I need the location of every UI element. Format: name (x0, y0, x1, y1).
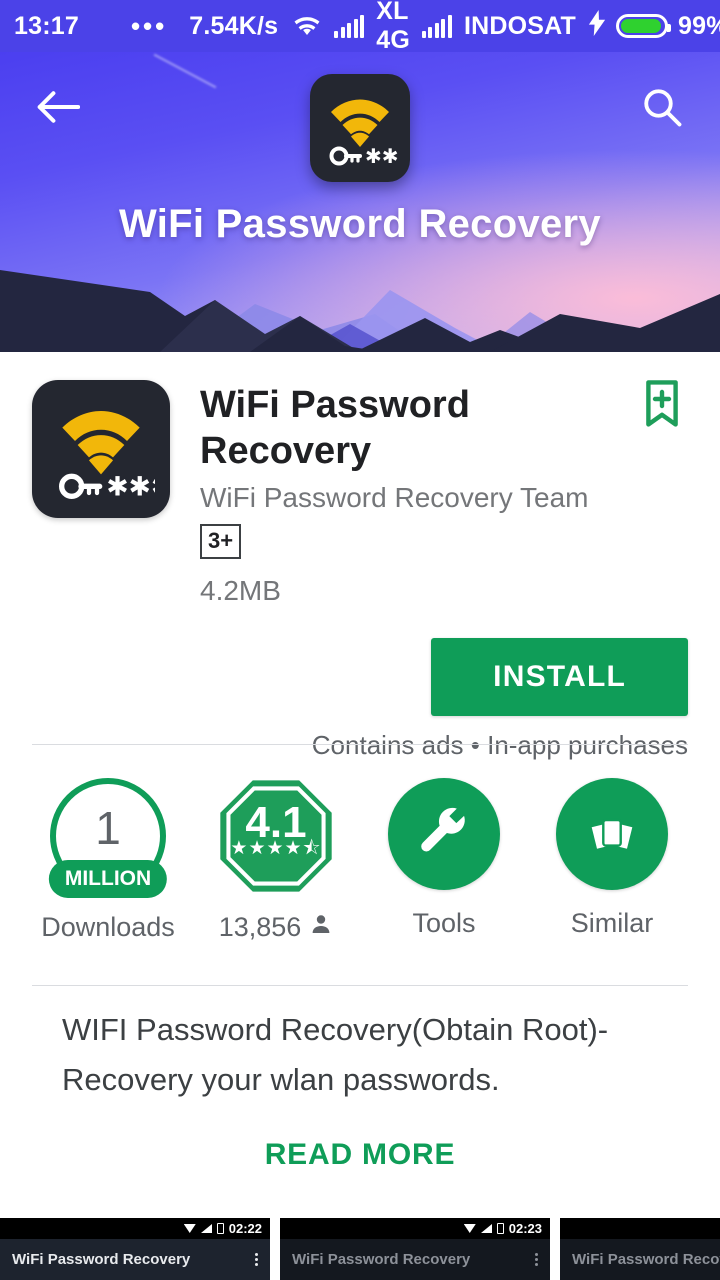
stat-downloads[interactable]: 1 MILLION Downloads (24, 778, 192, 943)
install-section: INSTALL Contains ads • In-app purchases (0, 638, 720, 761)
screenshot-app-bar: WiFi Password Recovery (560, 1239, 720, 1280)
signal-bars-icon-primary (334, 14, 365, 38)
stat-similar[interactable]: Similar (528, 778, 696, 943)
signal-bars-icon-secondary (421, 14, 452, 38)
install-note: Contains ads • In-app purchases (311, 730, 688, 760)
screenshot-thumbnail[interactable]: 02:22 WiFi Password Recovery (0, 1218, 270, 1280)
battery-icon (216, 1223, 224, 1234)
wifi-icon (183, 1224, 196, 1233)
person-icon (309, 912, 333, 943)
kebab-menu-icon (255, 1253, 258, 1266)
bookmark-add-icon[interactable] (642, 380, 682, 433)
screenshot-title: WiFi Password Recovery (12, 1251, 191, 1268)
app-meta: WiFi Password Recovery WiFi Password Rec… (170, 380, 688, 607)
page-title: WiFi Password Recovery (200, 384, 470, 472)
screenshot-status-bar: 02:23 (280, 1218, 550, 1239)
age-rating-badge: 3+ (200, 524, 242, 559)
wrench-icon (388, 778, 500, 890)
screenshot-thumbnail[interactable]: 02:23 WiFi Password Recovery (280, 1218, 550, 1280)
screenshot-thumbnail[interactable]: WiFi Password Recovery (560, 1218, 720, 1280)
screenshot-title: WiFi Password Recovery (572, 1251, 720, 1268)
carrier-label-secondary: INDOSAT (463, 11, 577, 40)
battery-icon (616, 14, 672, 38)
app-size: 4.2MB (200, 575, 281, 606)
kebab-menu-icon (535, 1253, 538, 1266)
wifi-icon (463, 1224, 476, 1233)
stat-label-downloads: Downloads (41, 912, 175, 942)
screenshot-status-bar: 02:22 (0, 1218, 270, 1239)
downloads-circle-icon: 1 MILLION (48, 778, 168, 898)
battery-percent-label: 99% (678, 11, 720, 40)
screenshot-strip[interactable]: 02:22 WiFi Password Recovery 02:23 WiFi … (0, 1218, 720, 1280)
back-arrow-icon[interactable] (30, 79, 86, 135)
status-bar: 13:17 ••• 7.54K/s XL 4G INDOSAT 99% (0, 0, 720, 54)
app-developer[interactable]: WiFi Password Recovery Team (200, 482, 688, 514)
app-header: ✱✱✱ WiFi Password Recovery WiFi Password… (0, 352, 720, 607)
screenshot-status-bar (560, 1218, 720, 1239)
banner-mountains (0, 270, 720, 352)
stats-row: 1 MILLION Downloads 4.1 ★★★★⯪ 13,856 Too… (0, 778, 720, 943)
app-icon: ✱✱✱ (32, 380, 170, 518)
wifi-icon (292, 14, 322, 38)
stat-category[interactable]: Tools (360, 778, 528, 943)
read-more-button[interactable]: READ MORE (0, 1138, 720, 1172)
battery-icon (496, 1223, 504, 1234)
stat-label-category: Tools (412, 908, 476, 938)
downloads-unit: MILLION (48, 860, 168, 898)
screenshot-app-bar: WiFi Password Recovery (0, 1239, 270, 1280)
screenshot-time: 02:23 (508, 1221, 542, 1236)
search-icon[interactable] (634, 79, 690, 135)
stat-label-rating: 13,856 (219, 912, 334, 943)
rating-octagon-icon: 4.1 ★★★★⯪ (218, 778, 334, 894)
signal-icon (200, 1224, 212, 1233)
screenshot-title: WiFi Password Recovery (292, 1251, 471, 1268)
app-hero-banner: ✱✱✱ WiFi Password Recovery (0, 52, 720, 352)
stat-label-similar: Similar (570, 908, 654, 938)
banner-title: WiFi Password Recovery (119, 202, 601, 246)
status-bar-dots-icon: ••• (130, 11, 168, 41)
app-description: WIFI Password Recovery(Obtain Root)-Reco… (62, 1012, 609, 1097)
screenshot-app-bar: WiFi Password Recovery (280, 1239, 550, 1280)
status-bar-time: 13:17 (14, 11, 79, 40)
svg-text:✱✱✱: ✱✱✱ (106, 472, 155, 503)
rating-count: 13,856 (218, 912, 302, 942)
stat-rating[interactable]: 4.1 ★★★★⯪ 13,856 (192, 778, 360, 943)
install-button[interactable]: INSTALL (431, 638, 688, 716)
divider-top (32, 744, 688, 745)
screenshot-time: 02:22 (228, 1221, 262, 1236)
cards-fan-icon (556, 778, 668, 890)
rating-stars: ★★★★⯪ (230, 838, 322, 859)
charging-bolt-icon (588, 9, 606, 43)
signal-icon (480, 1224, 492, 1233)
status-bar-network-speed: 7.54K/s (189, 11, 279, 40)
banner-app-icon: ✱✱✱ (310, 74, 410, 182)
divider-bottom (32, 985, 688, 986)
svg-text:✱✱✱: ✱✱✱ (365, 144, 399, 168)
carrier-label-primary: XL 4G (376, 0, 410, 54)
play-store-app-page: 13:17 ••• 7.54K/s XL 4G INDOSAT 99% (0, 0, 720, 1280)
